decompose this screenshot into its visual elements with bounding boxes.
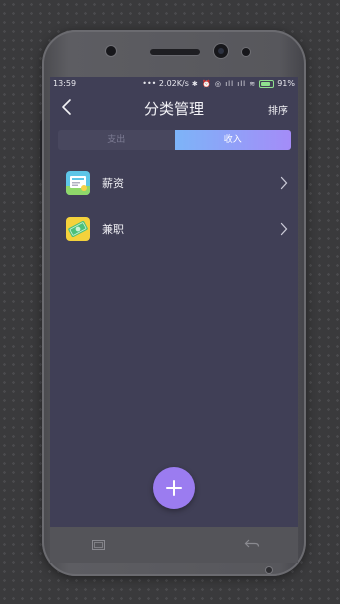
category-list: 薪资 兼职: [50, 165, 298, 257]
add-category-button[interactable]: [153, 467, 195, 509]
category-label: 兼职: [102, 223, 124, 236]
status-bar: 13:59 ••• 2.02K/s ✱ ⏰ ◎ ıll ıll ≋ 91%: [50, 77, 298, 91]
chevron-right-icon: [280, 222, 288, 236]
light-sensor-icon: [242, 48, 250, 56]
part-time-icon: [66, 217, 90, 241]
battery-percent: 91%: [277, 79, 295, 88]
android-nav-bar: [50, 527, 298, 563]
sort-button[interactable]: 排序: [268, 102, 288, 117]
tab-expense[interactable]: 支出: [58, 130, 175, 150]
app-header: 分类管理 排序: [50, 91, 298, 125]
status-icons: ✱ ⏰ ◎ ıll ıll ≋: [191, 80, 257, 88]
salary-icon: [66, 171, 90, 195]
earpiece: [150, 49, 200, 55]
status-time: 13:59: [53, 79, 77, 88]
recents-icon[interactable]: [92, 540, 105, 550]
list-item-salary[interactable]: 薪资: [50, 165, 298, 211]
network-speed: ••• 2.02K/s: [142, 79, 189, 88]
back-arrow-icon[interactable]: [244, 539, 260, 549]
category-label: 薪资: [102, 177, 124, 190]
proximity-sensor-icon: [106, 46, 116, 56]
list-item-part-time[interactable]: 兼职: [50, 211, 298, 257]
phone-microphone: [266, 567, 272, 573]
type-tabs: 支出 收入: [58, 130, 291, 150]
front-camera-icon: [214, 44, 228, 58]
tab-income[interactable]: 收入: [174, 130, 291, 150]
app-screen: 13:59 ••• 2.02K/s ✱ ⏰ ◎ ıll ıll ≋ 91% 分类…: [50, 77, 298, 527]
page-title: 分类管理: [143, 100, 204, 118]
chevron-right-icon: [280, 176, 288, 190]
battery-icon: [259, 80, 275, 88]
